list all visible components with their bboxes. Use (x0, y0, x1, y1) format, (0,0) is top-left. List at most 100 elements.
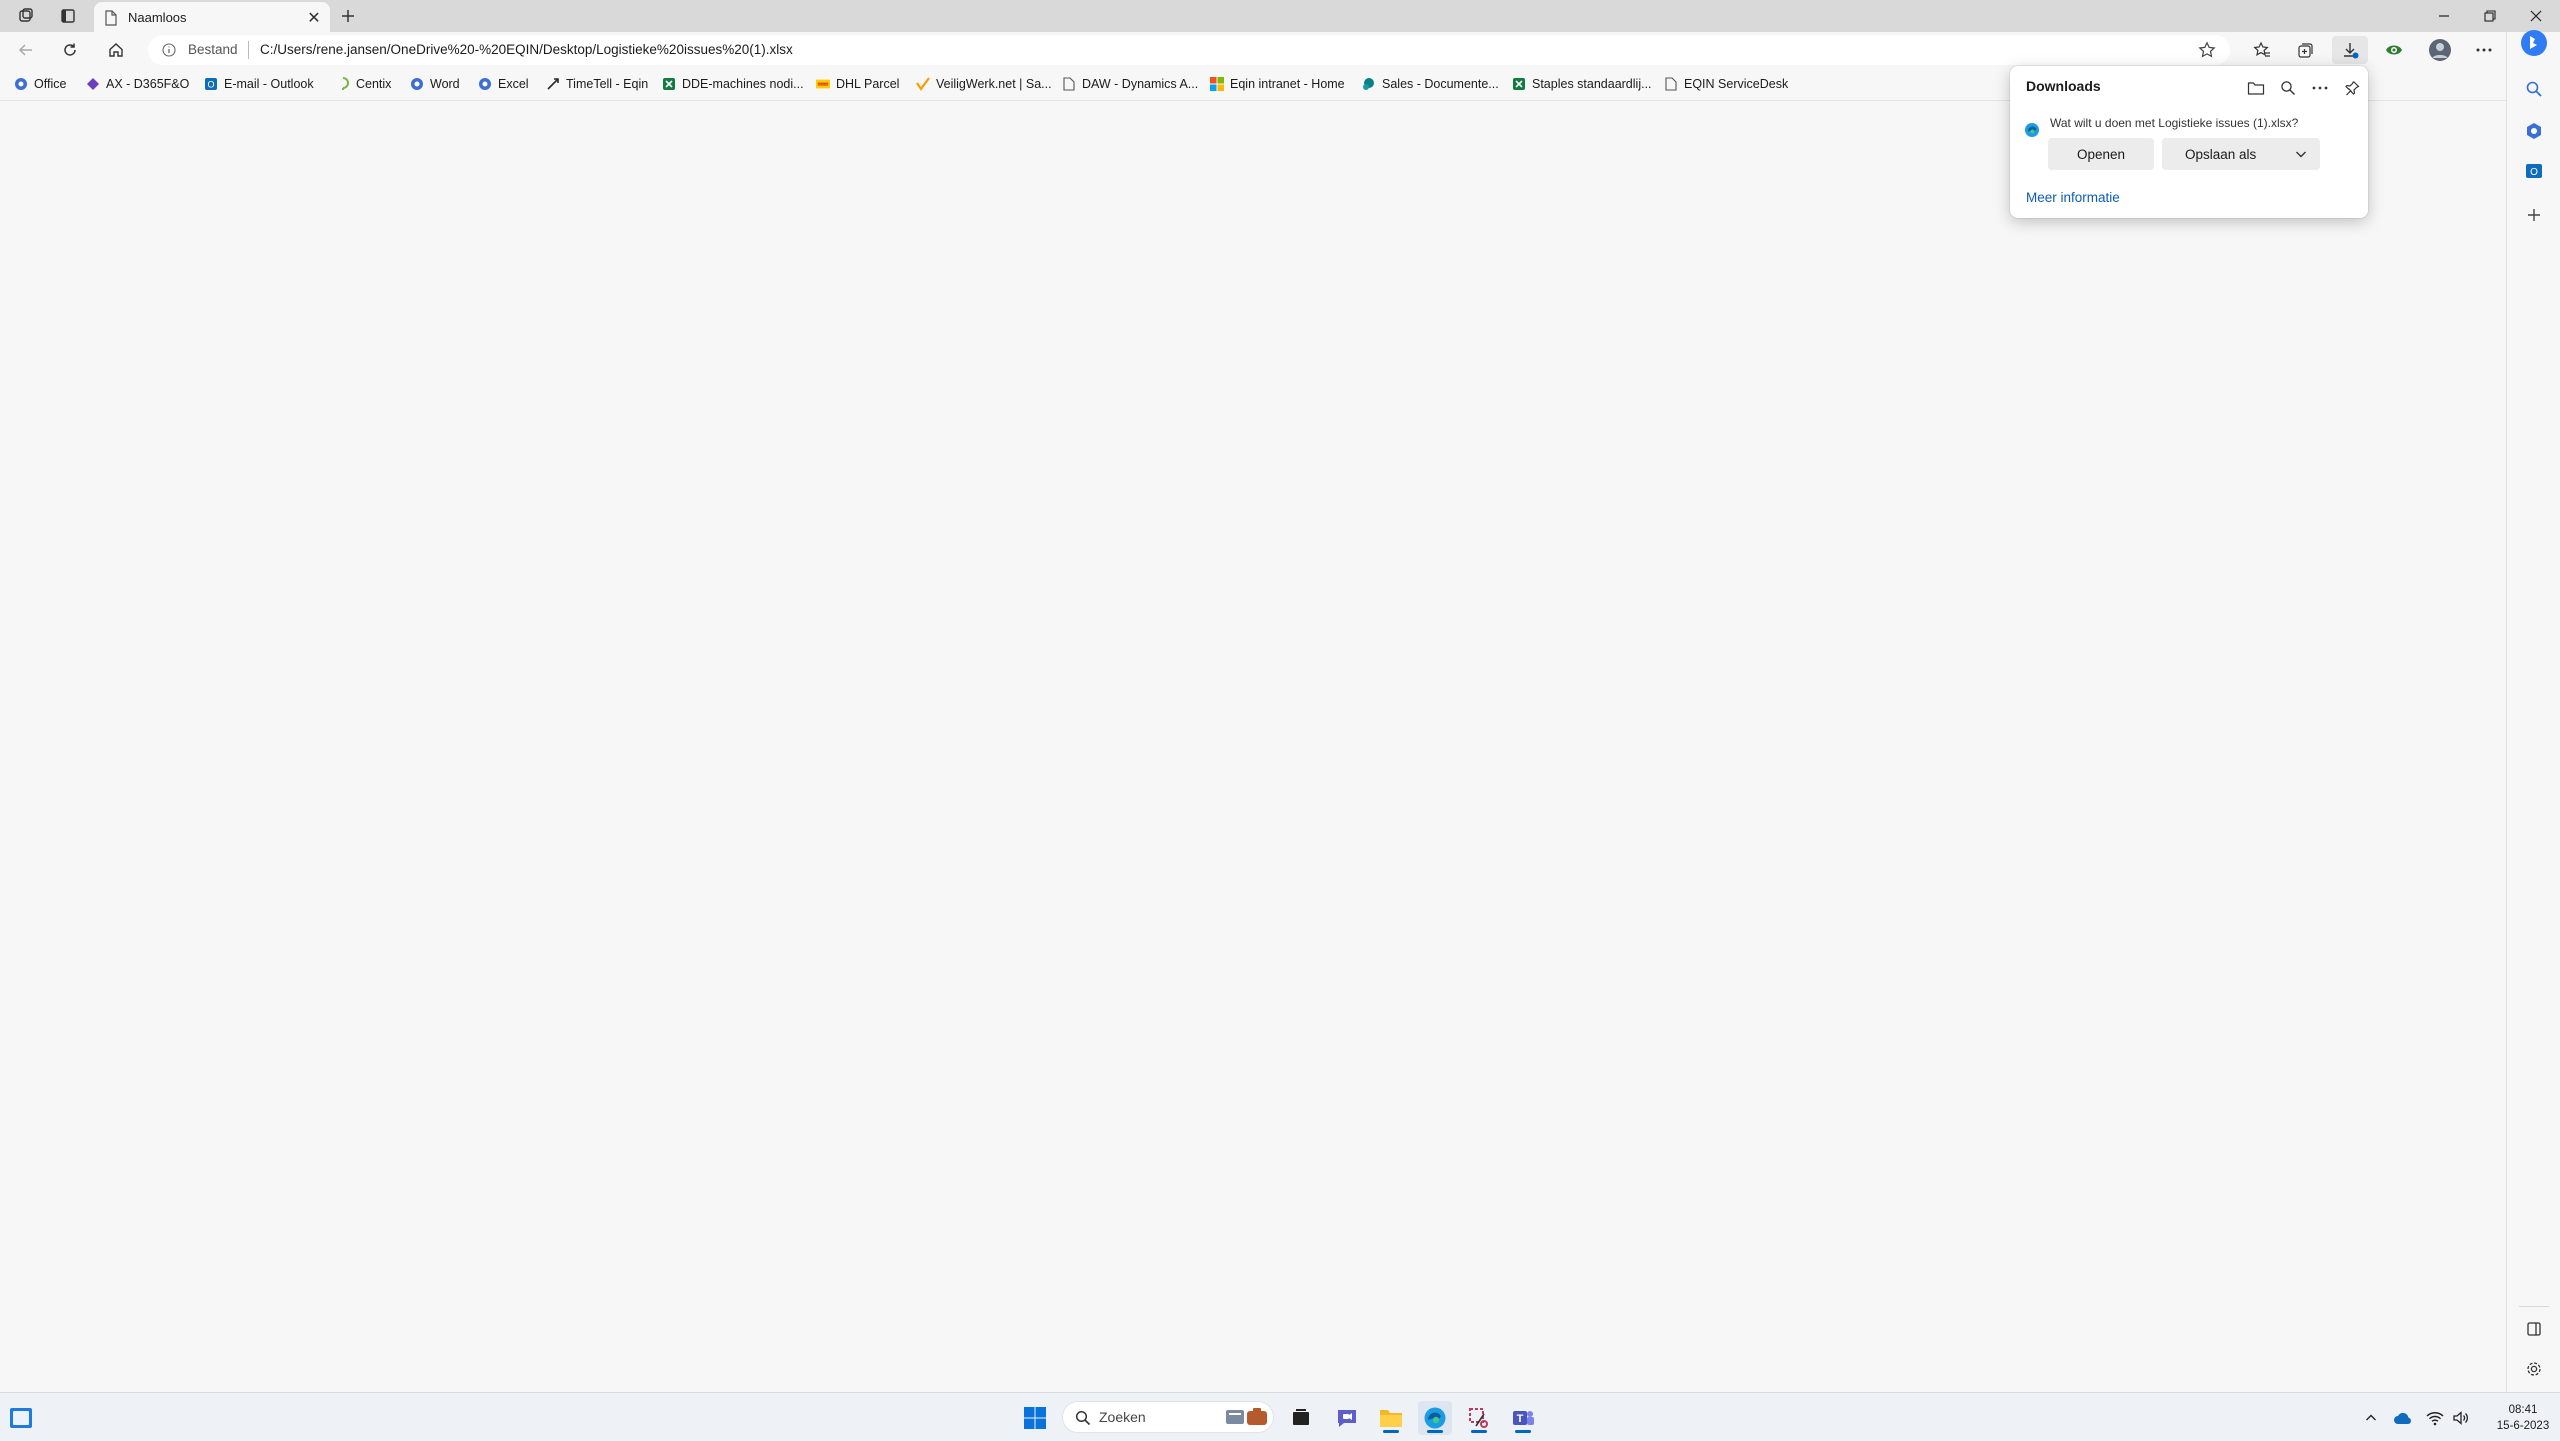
bing-copilot-button[interactable] (2519, 28, 2549, 58)
more-horizontal-icon (2476, 48, 2492, 52)
word-icon (410, 77, 424, 91)
workspaces-button[interactable] (8, 4, 44, 28)
excel-icon (1512, 77, 1526, 91)
teams-icon: T (1513, 1411, 1534, 1425)
pin-downloads-button[interactable] (2338, 74, 2366, 102)
bookmark-centix[interactable]: Centix (336, 75, 391, 93)
bookmark-dde-machines[interactable]: DDE-machines nodi... (662, 75, 804, 93)
tab-naamloos[interactable]: Naamloos ✕ (94, 2, 330, 32)
running-indicator (1383, 1430, 1399, 1433)
bookmark-daw-dynamics[interactable]: DAW - Dynamics A... (1062, 75, 1198, 93)
volume-tray-button[interactable] (2450, 1407, 2472, 1429)
back-button[interactable] (10, 36, 42, 64)
bookmark-label: TimeTell - Eqin (566, 77, 649, 91)
taskbar-task-view[interactable] (1284, 1401, 1318, 1435)
bookmark-word[interactable]: Word (410, 75, 460, 93)
downloads-more-button[interactable] (2306, 74, 2334, 102)
open-downloads-folder-button[interactable] (2242, 74, 2270, 102)
clock-time: 08:41 (2508, 1404, 2538, 1416)
gear-icon (2527, 1362, 2541, 1376)
show-hidden-icons-button[interactable] (2360, 1407, 2382, 1429)
avatar (2429, 39, 2451, 61)
taskbar-edge[interactable] (1418, 1401, 1452, 1435)
save-as-button[interactable]: Opslaan als (2162, 138, 2320, 170)
widgets-button[interactable] (4, 1401, 38, 1435)
bookmark-label: Centix (356, 77, 392, 91)
outlook-icon: O (2526, 164, 2542, 178)
bookmark-outlook[interactable]: O E-mail - Outlook (204, 75, 314, 93)
bookmark-office[interactable]: Office (14, 75, 66, 93)
chat-icon (1338, 1410, 1356, 1427)
start-button[interactable] (1018, 1401, 1052, 1435)
bookmark-excel[interactable]: Excel (478, 75, 529, 93)
profile-button[interactable] (2422, 36, 2458, 64)
collections-button[interactable] (2288, 36, 2324, 64)
chevron-up-icon (2366, 1414, 2376, 1421)
minimize-button[interactable] (2422, 0, 2466, 32)
sidebar-layout-button[interactable] (2519, 1314, 2549, 1344)
address-bar[interactable]: Bestand C:/Users/rene.jansen/OneDrive%20… (148, 35, 2230, 65)
sidebar-settings-button[interactable] (2519, 1354, 2549, 1384)
search-icon (1075, 1410, 1091, 1426)
onedrive-tray-button[interactable] (2392, 1407, 2414, 1429)
minimize-icon (2439, 15, 2449, 17)
taskbar-clock[interactable]: 08:41 15-6-2023 (2488, 1402, 2558, 1434)
extension-icon (2386, 45, 2402, 55)
settings-more-button[interactable] (2466, 36, 2502, 64)
running-indicator (1427, 1430, 1443, 1433)
address-url[interactable]: C:/Users/rene.jansen/OneDrive%20-%20EQIN… (260, 42, 793, 57)
sharepoint-icon (1362, 77, 1376, 91)
plus-icon (342, 10, 354, 22)
sidebar-office-button[interactable] (2519, 116, 2549, 146)
svg-text:O: O (207, 80, 214, 90)
add-favorite-star-icon[interactable] (2198, 41, 2216, 59)
pin-icon (2345, 81, 2360, 96)
dhl-icon (816, 77, 830, 91)
running-indicator (1515, 1430, 1531, 1433)
taskbar-chat[interactable] (1330, 1401, 1364, 1435)
bookmark-sales-documents[interactable]: Sales - Documente... (1362, 75, 1499, 93)
bookmark-label: EQIN ServiceDesk (1684, 77, 1789, 91)
bookmark-eqin-intranet[interactable]: Eqin intranet - Home (1210, 75, 1345, 93)
tab-actions-icon (61, 9, 75, 23)
bookmark-timetell[interactable]: TimeTell - Eqin (546, 75, 648, 93)
running-indicator (1471, 1430, 1487, 1433)
open-file-button[interactable]: Openen (2048, 138, 2154, 170)
taskbar: Zoeken T 08:41 15-6-2023 (0, 1392, 2560, 1441)
extension-button[interactable] (2376, 36, 2412, 64)
home-button[interactable] (100, 36, 132, 64)
bookmark-staples[interactable]: Staples standaardlij... (1512, 75, 1652, 93)
sidebar-divider (2519, 1306, 2549, 1307)
bookmark-eqin-servicedesk[interactable]: EQIN ServiceDesk (1664, 75, 1788, 93)
bookmark-veiligwerk[interactable]: VeiligWerk.net | Sa... (916, 75, 1052, 93)
favorites-button[interactable] (2244, 36, 2280, 64)
taskbar-search-box[interactable]: Zoeken (1062, 1401, 1274, 1433)
info-icon[interactable] (162, 43, 176, 57)
sidebar-outlook-button[interactable]: O (2519, 156, 2549, 186)
sidebar-search-button[interactable] (2519, 74, 2549, 104)
taskbar-teams[interactable]: T (1506, 1401, 1540, 1435)
taskbar-file-explorer[interactable] (1374, 1401, 1408, 1435)
restore-button[interactable] (2468, 0, 2512, 32)
sidebar-add-button[interactable] (2519, 200, 2549, 230)
search-icon (2281, 81, 2295, 95)
network-tray-button[interactable] (2424, 1407, 2446, 1429)
restore-icon (2484, 10, 2496, 22)
tab-actions-button[interactable] (50, 4, 86, 28)
bookmark-label: DHL Parcel (836, 77, 900, 91)
refresh-button[interactable] (54, 36, 86, 64)
office-icon (14, 77, 28, 91)
taskbar-snipping-tool[interactable] (1462, 1401, 1496, 1435)
search-downloads-button[interactable] (2274, 74, 2302, 102)
bookmark-ax-d365[interactable]: AX - D365F&O (86, 75, 189, 93)
bookmark-dhl-parcel[interactable]: DHL Parcel (816, 75, 899, 93)
downloads-button[interactable] (2332, 36, 2368, 64)
svg-text:O: O (2530, 167, 2538, 178)
new-tab-button[interactable] (334, 4, 362, 28)
bookmark-label: AX - D365F&O (106, 77, 190, 91)
tab-close-icon[interactable]: ✕ (304, 8, 324, 28)
chevron-down-icon[interactable] (2294, 147, 2308, 161)
more-info-link[interactable]: Meer informatie (2026, 190, 2120, 205)
address-divider (248, 41, 249, 59)
wifi-icon (2426, 1412, 2444, 1426)
